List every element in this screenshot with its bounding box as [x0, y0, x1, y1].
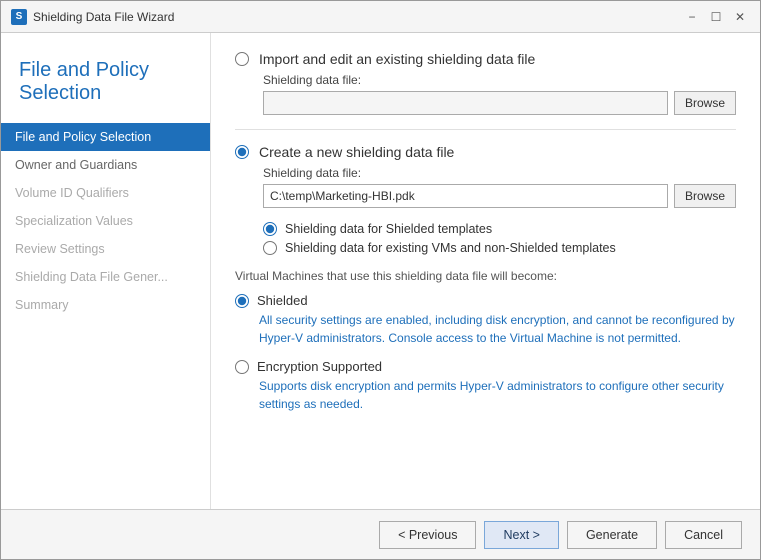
- footer: < Previous Next > Generate Cancel: [1, 509, 760, 559]
- vm-shielded-radio[interactable]: [235, 294, 249, 308]
- existing-vm-label[interactable]: Shielding data for existing VMs and non-…: [285, 241, 616, 255]
- vm-section-label: Virtual Machines that use this shielding…: [235, 269, 736, 283]
- import-field-label: Shielding data file:: [263, 73, 736, 87]
- create-option-row: Create a new shielding data file: [235, 144, 736, 160]
- minimize-button[interactable]: −: [682, 7, 702, 27]
- sidebar-item-owner-guardians[interactable]: Owner and Guardians: [1, 151, 210, 179]
- vm-shielded-title[interactable]: Shielded: [257, 293, 308, 308]
- title-bar-left: S Shielding Data File Wizard: [11, 9, 174, 25]
- existing-vm-radio[interactable]: [263, 241, 277, 255]
- vm-option-shielded: Shielded All security settings are enabl…: [235, 293, 736, 347]
- cancel-button[interactable]: Cancel: [665, 521, 742, 549]
- vm-encryption-title[interactable]: Encryption Supported: [257, 359, 382, 374]
- vm-option-shielded-header: Shielded: [235, 293, 736, 308]
- generate-button[interactable]: Generate: [567, 521, 657, 549]
- import-label[interactable]: Import and edit an existing shielding da…: [259, 51, 535, 67]
- vm-shielded-desc: All security settings are enabled, inclu…: [259, 311, 736, 347]
- sub-option2-row: Shielding data for existing VMs and non-…: [263, 241, 736, 255]
- create-field-label: Shielding data file:: [263, 166, 736, 180]
- title-bar: S Shielding Data File Wizard − ☐ ✕: [1, 1, 760, 33]
- vm-option-encryption-header: Encryption Supported: [235, 359, 736, 374]
- sidebar-item-specialization: Specialization Values: [1, 207, 210, 235]
- create-input-row: Browse: [263, 184, 736, 208]
- main-content: Import and edit an existing shielding da…: [211, 33, 760, 509]
- sidebar: File and Policy Selection File and Polic…: [1, 33, 211, 509]
- import-file-input[interactable]: [263, 91, 668, 115]
- sub-option1-row: Shielding data for Shielded templates: [263, 222, 736, 236]
- page-header: File and Policy Selection: [1, 49, 210, 123]
- sidebar-item-review-settings: Review Settings: [1, 235, 210, 263]
- maximize-button[interactable]: ☐: [706, 7, 726, 27]
- shielded-template-radio[interactable]: [263, 222, 277, 236]
- create-option-group: Create a new shielding data file Shieldi…: [235, 144, 736, 413]
- vm-encryption-desc: Supports disk encryption and permits Hyp…: [259, 377, 736, 413]
- window-icon: S: [11, 9, 27, 25]
- shielded-template-label[interactable]: Shielding data for Shielded templates: [285, 222, 492, 236]
- create-radio[interactable]: [235, 145, 249, 159]
- import-browse-button[interactable]: Browse: [674, 91, 736, 115]
- sidebar-item-volume-id: Volume ID Qualifiers: [1, 179, 210, 207]
- import-radio[interactable]: [235, 52, 249, 66]
- import-input-row: Browse: [263, 91, 736, 115]
- import-option-group: Import and edit an existing shielding da…: [235, 51, 736, 115]
- import-option-row: Import and edit an existing shielding da…: [235, 51, 736, 67]
- sidebar-item-summary: Summary: [1, 291, 210, 319]
- title-controls: − ☐ ✕: [682, 7, 750, 27]
- close-button[interactable]: ✕: [730, 7, 750, 27]
- previous-button[interactable]: < Previous: [379, 521, 476, 549]
- content-area: File and Policy Selection File and Polic…: [1, 33, 760, 509]
- create-label[interactable]: Create a new shielding data file: [259, 144, 454, 160]
- vm-option-encryption: Encryption Supported Supports disk encry…: [235, 359, 736, 413]
- window: S Shielding Data File Wizard − ☐ ✕ File …: [0, 0, 761, 560]
- divider: [235, 129, 736, 130]
- next-button[interactable]: Next >: [484, 521, 558, 549]
- window-title: Shielding Data File Wizard: [33, 10, 174, 24]
- sub-options: Shielding data for Shielded templates Sh…: [263, 222, 736, 255]
- sidebar-item-file-policy[interactable]: File and Policy Selection: [1, 123, 210, 151]
- sidebar-item-shielding-data-gen: Shielding Data File Gener...: [1, 263, 210, 291]
- create-file-input[interactable]: [263, 184, 668, 208]
- vm-encryption-radio[interactable]: [235, 360, 249, 374]
- create-browse-button[interactable]: Browse: [674, 184, 736, 208]
